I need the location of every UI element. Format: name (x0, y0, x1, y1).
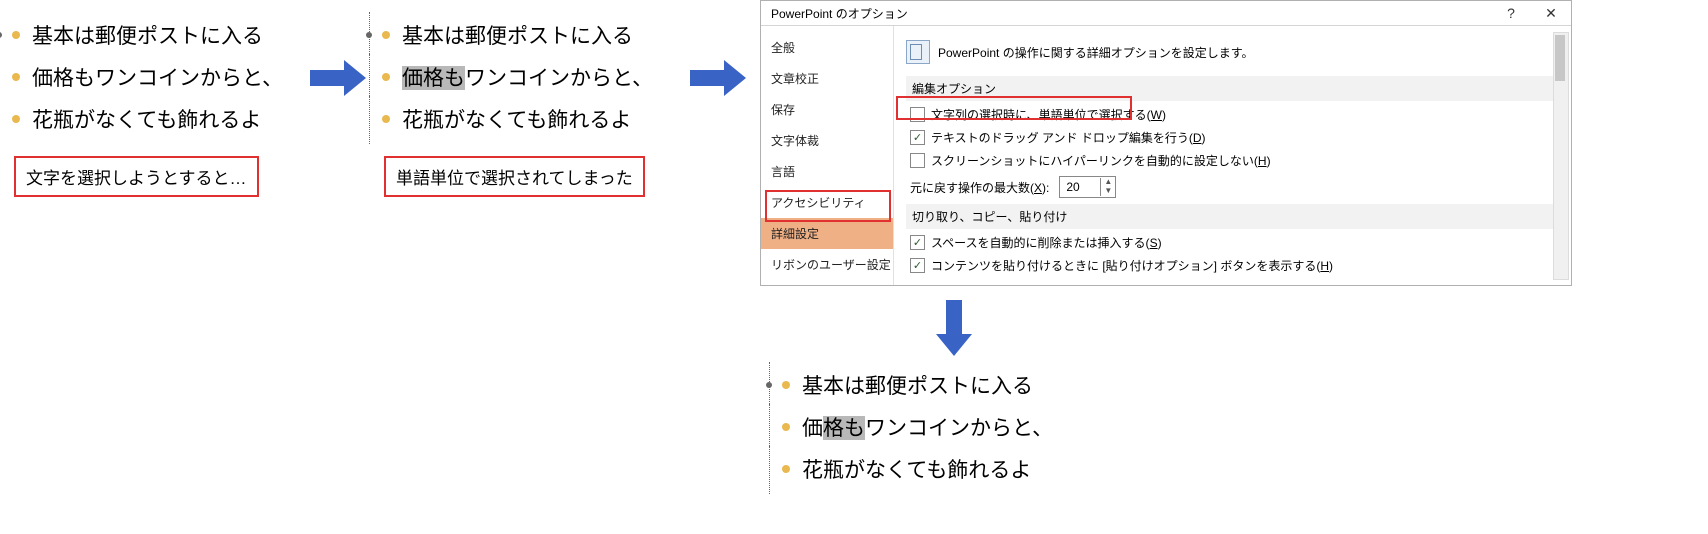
page-icon (906, 40, 930, 64)
bullet-icon (12, 31, 20, 39)
spinner-buttons[interactable]: ▲▼ (1100, 178, 1115, 196)
opt-drag-drop[interactable]: ✓ テキストのドラッグ アンド ドロップ編集を行う(D) (906, 126, 1559, 149)
slide-fragment-wordselect: 基本は郵便ポストに入る 価格もワンコインからと、 花瓶がなくても飾れるよ (378, 14, 668, 140)
slide-fragment-after: 基本は郵便ポストに入る 価格もワンコインからと、 花瓶がなくても飾れるよ (778, 364, 1088, 490)
spin-down-icon[interactable]: ▼ (1101, 187, 1115, 196)
list-item: 価格もワンコインからと、 (378, 56, 668, 98)
checkbox-icon[interactable] (910, 107, 925, 122)
scrollbar[interactable] (1553, 32, 1569, 280)
slide-fragment-before: 基本は郵便ポストに入る 価格もワンコインからと、 花瓶がなくても飾れるよ (8, 14, 298, 140)
active-marker (0, 32, 2, 38)
selected-text: 格も (823, 416, 865, 440)
guide-line (769, 446, 770, 494)
opt-label: コンテンツを貼り付けるときに [貼り付けオプション] ボタンを表示する(H) (931, 257, 1333, 274)
options-dialog: PowerPoint のオプション ? ✕ 全般 文章校正 保存 文字体裁 言語… (760, 0, 1572, 286)
dialog-titlebar: PowerPoint のオプション ? ✕ (761, 1, 1571, 26)
bullet-text: 価格もワンコインからと、 (802, 412, 1053, 442)
opt-word-select[interactable]: 文字列の選択時に、単語単位で選択する(W) (906, 103, 1559, 126)
bullet-icon (12, 73, 20, 81)
nav-ribbon[interactable]: リボンのユーザー設定 (761, 249, 893, 280)
list-item: 花瓶がなくても飾れるよ (8, 98, 298, 140)
options-nav: 全般 文章校正 保存 文字体裁 言語 アクセシビリティ 詳細設定 リボンのユーザ… (761, 26, 894, 286)
arrow-down-icon (936, 300, 972, 360)
opt-label: テキストのドラッグ アンド ドロップ編集を行う(D) (931, 129, 1206, 146)
help-button[interactable]: ? (1491, 1, 1531, 25)
nav-language[interactable]: 言語 (761, 156, 893, 187)
list-item: 花瓶がなくても飾れるよ (778, 448, 1088, 490)
bullet-text: 価格もワンコインからと、 (32, 62, 283, 92)
list-item: 花瓶がなくても飾れるよ (378, 98, 668, 140)
opt-screenshot-hyperlink[interactable]: スクリーンショットにハイパーリンクを自動的に設定しない(H) (906, 149, 1559, 172)
undo-value[interactable]: 20 (1060, 180, 1100, 194)
nav-qat[interactable]: クイック アクセス ツール バー (761, 280, 893, 286)
undo-label: 元に戻す操作の最大数(X): (910, 179, 1049, 196)
nav-advanced[interactable]: 詳細設定 (761, 218, 893, 249)
checkbox-icon[interactable]: ✓ (910, 258, 925, 273)
bullet-icon (782, 381, 790, 389)
nav-typography[interactable]: 文字体裁 (761, 125, 893, 156)
guide-line (369, 54, 370, 102)
dialog-body: 全般 文章校正 保存 文字体裁 言語 アクセシビリティ 詳細設定 リボンのユーザ… (761, 26, 1571, 286)
undo-max-spinner[interactable]: 20 ▲▼ (1059, 176, 1116, 198)
bullet-text: 基本は郵便ポストに入る (32, 20, 263, 50)
undo-max-row: 元に戻す操作の最大数(X): 20 ▲▼ (906, 172, 1559, 202)
nav-general[interactable]: 全般 (761, 32, 893, 63)
bullet-text: 基本は郵便ポストに入る (802, 370, 1033, 400)
content-intro: PowerPoint の操作に関する詳細オプションを設定します。 (906, 40, 1559, 64)
rest-text: ワンコインからと、 (465, 66, 653, 90)
bullet-text: 基本は郵便ポストに入る (402, 20, 633, 50)
caption-wordselect: 単語単位で選択されてしまった (384, 156, 645, 197)
bullet-icon (382, 31, 390, 39)
bullet-icon (782, 465, 790, 473)
bullet-text: 花瓶がなくても飾れるよ (802, 454, 1031, 484)
guide-line (369, 96, 370, 144)
bullet-text: 花瓶がなくても飾れるよ (402, 104, 631, 134)
opt-auto-space[interactable]: ✓ スペースを自動的に削除または挿入する(S) (906, 231, 1559, 254)
bullet-icon (782, 423, 790, 431)
opt-label: 文字列の選択時に、単語単位で選択する(W) (931, 106, 1166, 123)
bullet-icon (382, 73, 390, 81)
guide-line (369, 12, 370, 60)
intro-text: PowerPoint の操作に関する詳細オプションを設定します。 (938, 44, 1254, 61)
group-edit-header: 編集オプション (906, 76, 1559, 101)
list-item: 基本は郵便ポストに入る (778, 364, 1088, 406)
nav-proofing[interactable]: 文章校正 (761, 63, 893, 94)
bullet-icon (382, 115, 390, 123)
nav-save[interactable]: 保存 (761, 94, 893, 125)
checkbox-icon[interactable]: ✓ (910, 235, 925, 250)
list-item: 基本は郵便ポストに入る (378, 14, 668, 56)
bullet-icon (12, 115, 20, 123)
nav-accessibility[interactable]: アクセシビリティ (761, 187, 893, 218)
arrow-right-icon (690, 60, 750, 96)
scrollbar-thumb[interactable] (1555, 35, 1565, 81)
list-item: 基本は郵便ポストに入る (8, 14, 298, 56)
opt-label: スペースを自動的に削除または挿入する(S) (931, 234, 1162, 251)
checkbox-icon[interactable]: ✓ (910, 130, 925, 145)
opt-label: スクリーンショットにハイパーリンクを自動的に設定しない(H) (931, 152, 1271, 169)
group-paste-header: 切り取り、コピー、貼り付け (906, 204, 1559, 229)
arrow-right-icon (310, 60, 370, 96)
list-item: 価格もワンコインからと、 (778, 406, 1088, 448)
selected-text: 価格も (402, 66, 465, 90)
bullet-text: 価格もワンコインからと、 (402, 62, 653, 92)
guide-line (769, 404, 770, 452)
close-button[interactable]: ✕ (1531, 1, 1571, 25)
opt-paste-options[interactable]: ✓ コンテンツを貼り付けるときに [貼り付けオプション] ボタンを表示する(H) (906, 254, 1559, 277)
list-item: 価格もワンコインからと、 (8, 56, 298, 98)
options-content: PowerPoint の操作に関する詳細オプションを設定します。 編集オプション… (894, 26, 1571, 286)
bullet-text: 花瓶がなくても飾れるよ (32, 104, 261, 134)
checkbox-icon[interactable] (910, 153, 925, 168)
caption-before: 文字を選択しようとすると… (14, 156, 259, 197)
guide-line (769, 362, 770, 410)
dialog-title: PowerPoint のオプション (761, 5, 1491, 22)
